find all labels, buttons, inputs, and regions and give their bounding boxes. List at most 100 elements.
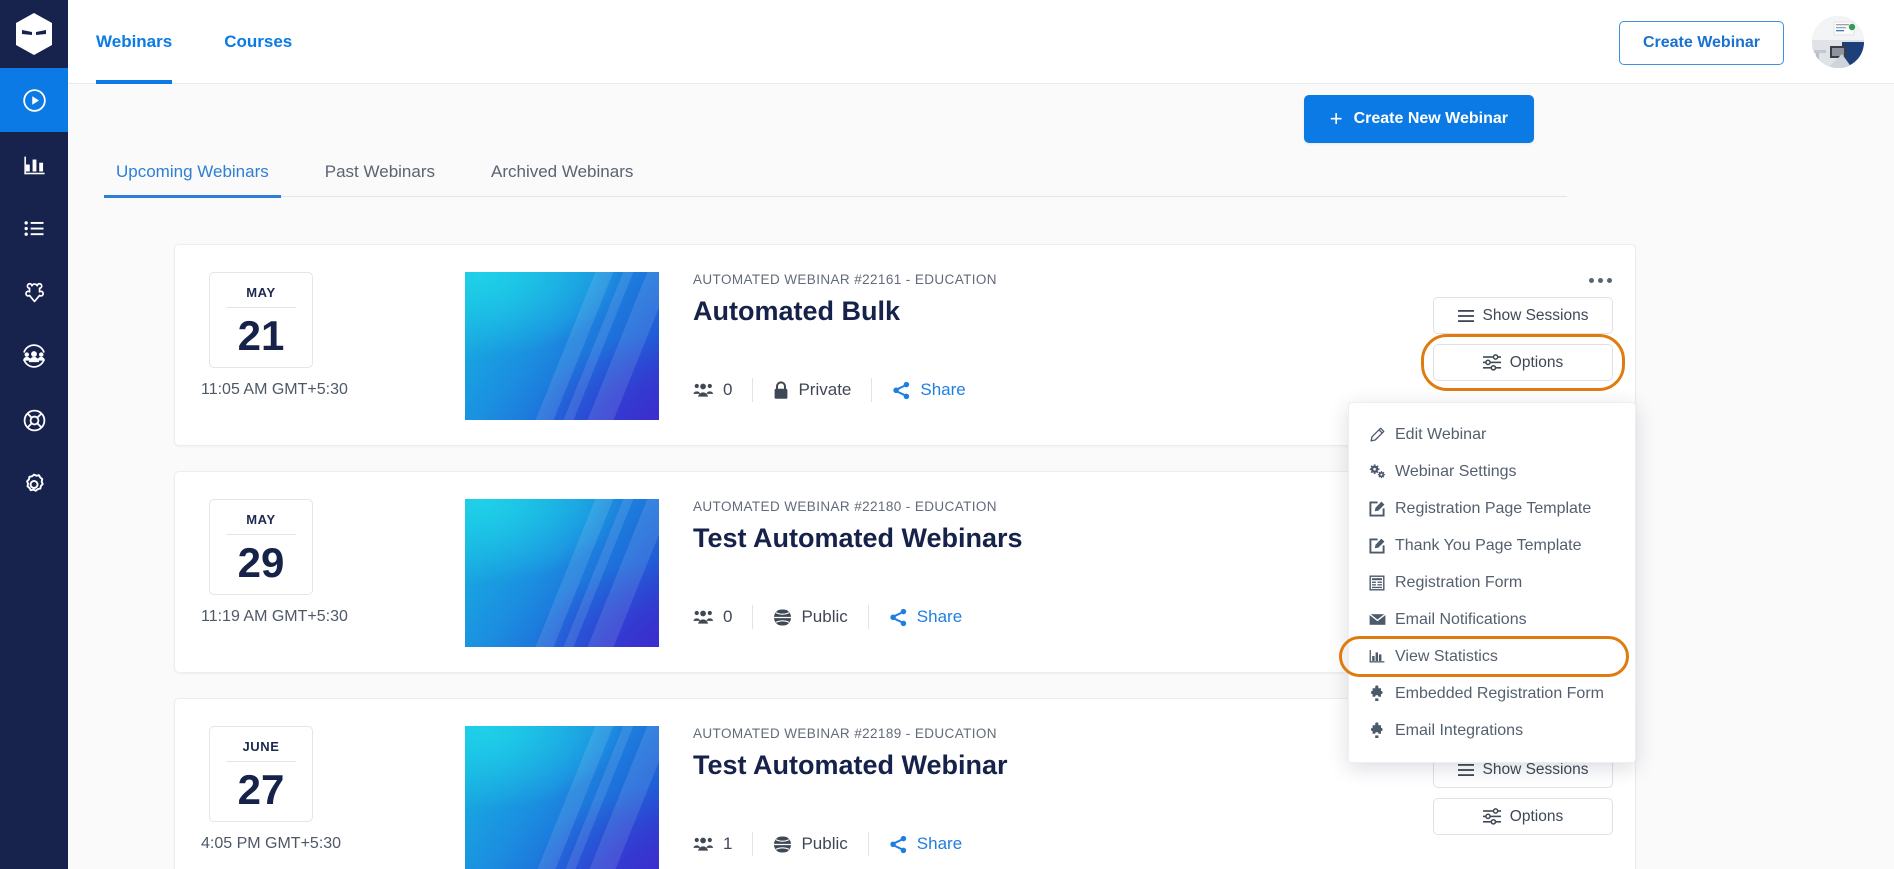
sliders-icon [1482,354,1501,371]
tab-upcoming-webinars-label: Upcoming Webinars [116,161,269,181]
divider [867,605,869,629]
users-icon [693,610,714,624]
webinar-stats: 0 Public Share [693,604,982,630]
webinar-meta: AUTOMATED WEBINAR #22161 - EDUCATION [693,272,997,287]
date-divider [226,761,296,762]
create-new-webinar-button[interactable]: + Create New Webinar [1303,95,1534,143]
menu-item-registration-page-template[interactable]: Registration Page Template [1349,490,1635,527]
menu-item-email-notifications[interactable]: Email Notifications [1349,601,1635,638]
webinar-thumbnail [465,499,659,647]
menu-item-thank-you-page-template[interactable]: Thank You Page Template [1349,527,1635,564]
app-logo[interactable] [0,0,68,68]
header-tab-webinars[interactable]: Webinars [96,0,173,84]
pencil-icon [1369,427,1395,443]
webinar-stats: 1 Public Share [693,831,982,857]
menu-item-label: Embedded Registration Form [1395,684,1604,702]
users-group-icon [23,344,45,368]
share-icon [893,381,910,399]
webinar-title[interactable]: Automated Bulk [693,296,900,327]
globe-icon [770,834,796,854]
sidebar-item-webinars[interactable] [0,68,68,132]
webinar-title[interactable]: Test Automated Webinars [693,523,1023,554]
share-button[interactable]: Share [892,380,985,400]
edit-square-icon [1369,500,1395,517]
date-month: MAY [246,285,276,300]
visibility-label: Public [801,834,848,853]
attendee-count-value: 0 [723,380,733,399]
card-more-menu-button[interactable] [1583,267,1617,293]
bar-chart-icon [23,156,45,174]
tab-upcoming-webinars[interactable]: Upcoming Webinars [104,146,281,198]
sidebar-item-support[interactable] [0,388,68,452]
share-button[interactable]: Share [889,834,982,854]
attendee-count: 1 [693,834,752,854]
tab-past-webinars[interactable]: Past Webinars [313,146,447,197]
create-webinar-button-label: Create Webinar [1642,34,1761,51]
sidebar-item-integrations[interactable] [0,260,68,324]
envelope-icon [1369,613,1395,626]
create-new-webinar-button-label: Create New Webinar [1353,110,1508,127]
menu-item-webinar-settings[interactable]: Webinar Settings [1349,453,1635,490]
visibility-status: Private [773,380,871,400]
menu-item-label: Registration Form [1395,573,1523,591]
share-button[interactable]: Share [889,607,982,627]
avatar[interactable] [1812,16,1864,68]
visibility-label: Private [798,380,852,399]
gear-icon [25,473,44,492]
tab-past-webinars-label: Past Webinars [324,161,435,181]
divider [867,832,869,856]
menu-item-label: Registration Page Template [1395,499,1592,517]
edit-square-icon [1369,537,1395,554]
date-month: MAY [246,512,276,527]
tab-archived-webinars[interactable]: Archived Webinars [479,146,645,197]
divider [752,832,754,856]
create-webinar-button[interactable]: Create Webinar [1619,21,1784,65]
webinar-time: 11:19 AM GMT+5:30 [201,608,348,625]
sidebar-item-attendees[interactable] [0,324,68,388]
visibility-status: Public [770,607,867,627]
date-box: JUNE 27 [209,726,313,822]
webinar-title[interactable]: Test Automated Webinar [693,750,1008,781]
left-sidebar [0,0,68,869]
sidebar-item-analytics[interactable] [0,132,68,196]
avatar-image [1812,16,1864,68]
play-circle-icon [22,88,46,112]
date-divider [226,534,296,535]
attendee-count: 0 [693,607,752,627]
hamburger-icon [1457,763,1474,776]
share-label: Share [920,380,966,399]
header-tab-webinars-label: Webinars [96,32,173,51]
menu-item-registration-form[interactable]: Registration Form [1349,564,1635,601]
date-divider [226,307,296,308]
webinar-time: 4:05 PM GMT+5:30 [201,835,342,852]
globe-icon [770,607,796,627]
menu-item-embedded-registration-form[interactable]: Embedded Registration Form [1349,675,1635,712]
webinar-meta: AUTOMATED WEBINAR #22180 - EDUCATION [693,499,997,514]
sidebar-item-settings[interactable] [0,452,68,516]
header-tab-courses[interactable]: Courses [224,0,292,84]
menu-item-label: Email Integrations [1395,721,1524,739]
users-icon [693,837,714,851]
menu-item-email-integrations[interactable]: Email Integrations [1349,712,1635,749]
options-label: Options [1509,807,1564,825]
menu-item-label: Edit Webinar [1395,425,1487,443]
show-sessions-button[interactable]: Show Sessions [1433,297,1613,334]
attendee-count: 0 [693,380,752,400]
share-label: Share [916,607,963,626]
options-button[interactable]: Options [1421,334,1625,391]
top-header: Webinars Courses Create Webinar [68,0,1894,84]
plus-icon: + [1329,106,1343,131]
date-day: 29 [237,539,285,586]
gears-icon [1369,463,1395,480]
divider [752,378,754,402]
sidebar-item-list[interactable] [0,196,68,260]
menu-item-view-statistics[interactable]: View Statistics [1339,636,1635,677]
menu-item-edit-webinar[interactable]: Edit Webinar [1349,416,1635,453]
chart-bars-icon [1369,649,1395,664]
dot [1597,277,1603,283]
lock-icon [775,380,788,399]
share-icon [890,835,906,853]
puzzle-icon [1369,721,1395,739]
webinar-time: 11:05 AM GMT+5:30 [201,381,348,398]
options-button[interactable]: Options [1433,798,1613,835]
